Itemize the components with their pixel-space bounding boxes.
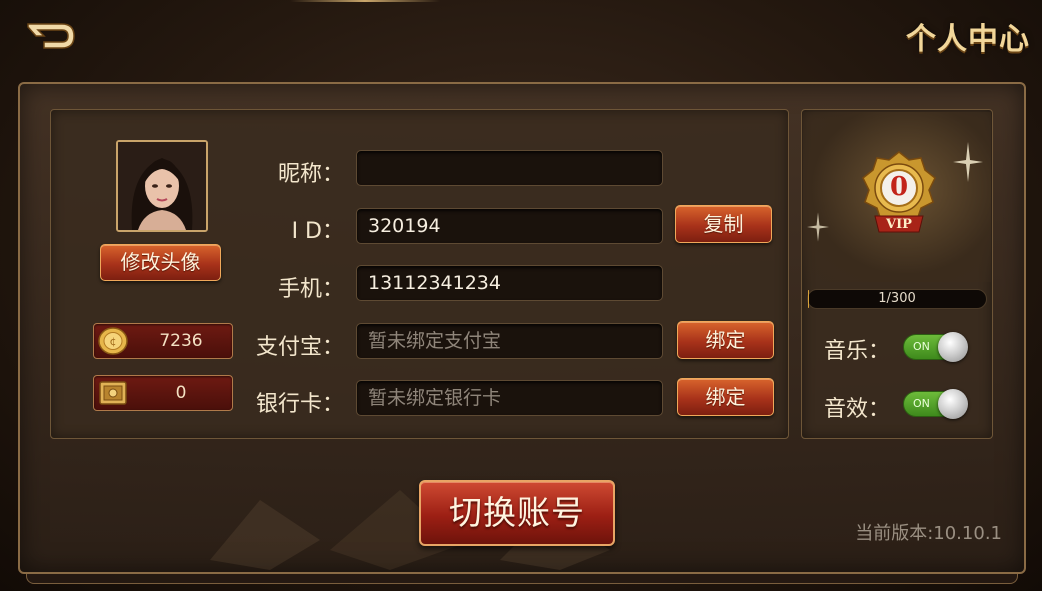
music-toggle-state: ON (913, 340, 930, 353)
vip-progress-text: 1/300 (878, 291, 916, 306)
phone-field: 13112341234 (356, 265, 663, 301)
phone-label: 手机： (277, 277, 344, 302)
switch-account-button[interactable]: 切换账号 (419, 480, 615, 546)
music-label: 音乐： (824, 339, 891, 364)
version-text: 当前版本:10.10.1 (855, 523, 1002, 544)
nickname-label: 昵称： (277, 162, 344, 187)
svg-text:¢: ¢ (110, 335, 117, 348)
vip-badge-text: VIP (886, 217, 912, 232)
bind-alipay-button[interactable]: 绑定 (677, 321, 774, 359)
panel-bottom-edge (26, 574, 1018, 584)
bank-card-field: 暂未绑定银行卡 (356, 380, 663, 416)
id-label: I D： (291, 219, 344, 244)
toggle-knob (938, 332, 968, 362)
top-glow-line (290, 0, 440, 2)
avatar-portrait-icon (118, 142, 206, 230)
vip-level-number: 0 (889, 172, 909, 202)
alipay-label: 支付宝： (255, 335, 344, 360)
bind-bank-card-button[interactable]: 绑定 (677, 378, 774, 416)
coin-balance-box: ¢ 7236 (93, 323, 233, 359)
page-title: 个人中心 (906, 22, 1030, 57)
music-toggle[interactable]: ON (903, 332, 968, 362)
bank-card-label: 银行卡： (255, 392, 344, 417)
gold-coin-icon: ¢ (98, 327, 128, 355)
copy-id-button[interactable]: 复制 (675, 205, 772, 243)
nickname-field[interactable] (356, 150, 663, 186)
sound-effects-toggle-state: ON (913, 397, 930, 410)
sound-effects-toggle[interactable]: ON (903, 389, 968, 419)
vip-badge: 0 VIP (861, 150, 937, 246)
sparkle-icon (953, 142, 983, 182)
avatar[interactable] (116, 140, 208, 232)
back-button[interactable] (24, 18, 80, 54)
coin-balance-value: 7236 (159, 331, 203, 351)
safe-balance-value: 0 (175, 383, 187, 403)
back-arrow-icon (27, 23, 75, 49)
change-avatar-button[interactable]: 修改头像 (100, 244, 221, 281)
vip-progress-fill (808, 290, 809, 308)
safe-box-icon (99, 381, 127, 405)
sparkle-icon (807, 212, 829, 242)
safe-balance-box: 0 (93, 375, 233, 411)
alipay-field: 暂未绑定支付宝 (356, 323, 663, 359)
id-field: 320194 (356, 208, 663, 244)
toggle-knob (938, 389, 968, 419)
sound-effects-label: 音效： (824, 397, 891, 422)
vip-progress-bar: 1/300 (807, 289, 987, 309)
